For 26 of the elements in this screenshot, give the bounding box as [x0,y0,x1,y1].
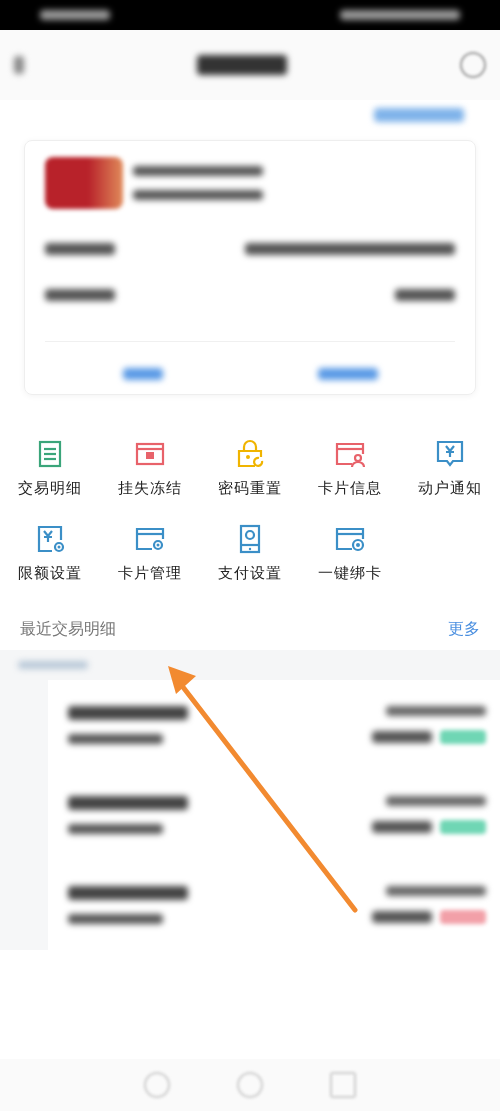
blurred-text [372,731,432,743]
action-label[interactable]: 动户通知 [418,479,482,498]
action-label[interactable]: 限额设置 [18,564,82,583]
blurred-text [40,10,110,20]
recent-nav-icon[interactable] [330,1072,357,1098]
blurred-text [45,289,115,301]
blurred-text [372,911,432,923]
home-nav-icon[interactable] [237,1072,263,1098]
action-label[interactable]: 密码重置 [218,479,282,498]
action-label[interactable]: 交易明细 [18,479,82,498]
action-label[interactable]: 支付设置 [218,564,282,583]
action-label[interactable]: 卡片信息 [318,479,382,498]
section-title: 最近交易明细 [20,619,116,640]
blurred-text [45,243,115,255]
blurred-text [14,56,24,74]
blurred-text [18,661,88,669]
blurred-text [395,289,455,301]
blurred-text [317,368,378,380]
help-icon[interactable] [460,52,486,78]
action-label[interactable]: 卡片管理 [118,564,182,583]
more-link[interactable]: 更多 [448,619,480,640]
blurred-text [122,368,163,380]
action-label[interactable]: 挂失冻结 [118,479,182,498]
back-nav-icon[interactable] [143,1072,170,1098]
blurred-text [372,821,432,833]
action-label[interactable]: 一键绑卡 [318,564,382,583]
